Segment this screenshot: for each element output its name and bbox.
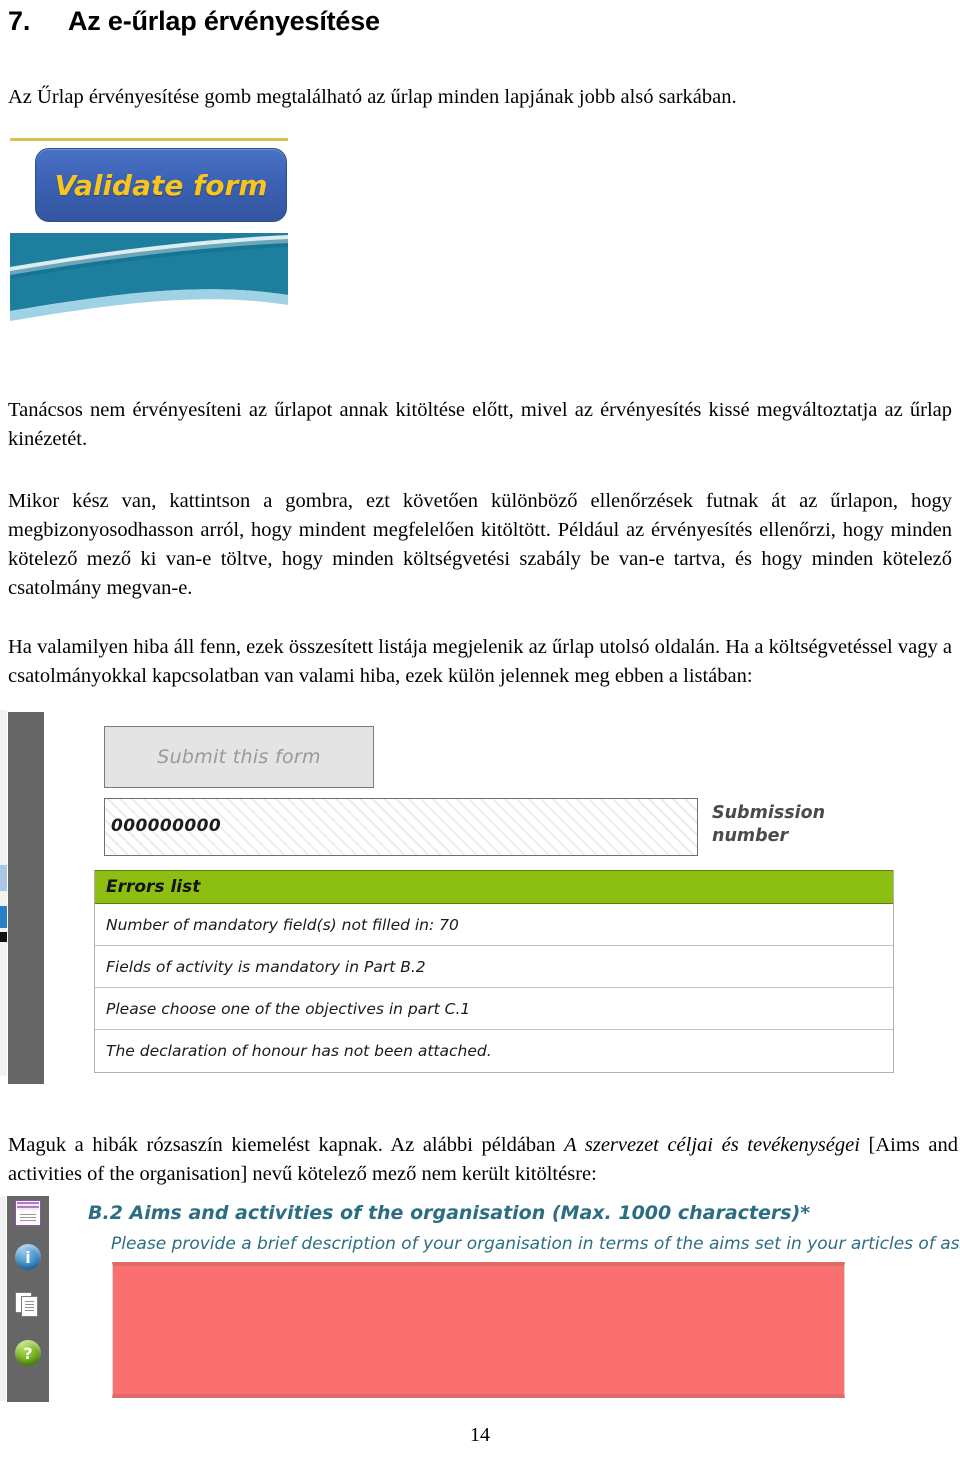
page-number: 14 bbox=[470, 1424, 490, 1446]
pages-icon[interactable] bbox=[15, 1292, 41, 1318]
edge-fragment-dark bbox=[0, 932, 7, 942]
highlight-paragraph: Maguk a hibák rózsaszín kiemelést kapnak… bbox=[8, 1131, 958, 1189]
highlight-field-name: A szervezet céljai és tevékenységei bbox=[564, 1133, 860, 1156]
highlight-text-before: Maguk a hibák rózsaszín kiemelést kapnak… bbox=[8, 1133, 565, 1156]
errors-intro-paragraph: Ha valamilyen hiba áll fenn, ezek összes… bbox=[8, 635, 952, 687]
validation-checks-paragraph: Mikor kész van, kattintson a gombra, ezt… bbox=[8, 489, 952, 599]
form-sidebar: i ? bbox=[7, 1196, 49, 1402]
pages-icon-front-sheet bbox=[21, 1296, 38, 1317]
table-row: Please choose one of the objectives in p… bbox=[95, 988, 893, 1030]
aims-field-screenshot: i ? B.2 Aims and activities of the organ… bbox=[0, 1196, 960, 1416]
errors-table: Errors list Number of mandatory field(s)… bbox=[94, 870, 894, 1073]
submit-this-form-label: Submit this form bbox=[157, 746, 321, 768]
submission-number-value: 000000000 bbox=[111, 816, 222, 836]
table-row: The declaration of honour has not been a… bbox=[95, 1030, 893, 1072]
validate-form-accent-line bbox=[10, 138, 288, 141]
purple-document-icon[interactable] bbox=[15, 1200, 41, 1226]
banner-wave-graphic bbox=[10, 233, 288, 328]
page-title: 7. Az e-űrlap érvényesítése bbox=[8, 4, 952, 38]
page-title-number: 7. bbox=[8, 6, 31, 36]
errors-table-header: Errors list bbox=[95, 870, 893, 904]
validate-form-button-label: Validate form bbox=[54, 168, 268, 202]
edge-fragment-blue-light bbox=[0, 865, 7, 891]
aims-section-heading: B.2 Aims and activities of the organisat… bbox=[88, 1202, 811, 1224]
error-message: The declaration of honour has not been a… bbox=[106, 1042, 492, 1060]
table-row: Number of mandatory field(s) not filled … bbox=[95, 904, 893, 946]
error-message: Fields of activity is mandatory in Part … bbox=[106, 957, 426, 976]
aims-textarea-field[interactable] bbox=[112, 1262, 845, 1398]
validate-form-button[interactable]: Validate form bbox=[35, 148, 287, 222]
submission-number-label: Submission number bbox=[712, 803, 826, 846]
info-icon[interactable]: i bbox=[15, 1244, 41, 1270]
intro-paragraph: Az Űrlap érvényesítése gomb megtalálható… bbox=[8, 85, 737, 108]
validate-form-figure: Validate form bbox=[8, 118, 290, 348]
advice-paragraph: Tanácsos nem érvényesíteni az űrlapot an… bbox=[8, 398, 952, 450]
screenshot-left-edge bbox=[0, 710, 7, 1076]
table-row: Fields of activity is mandatory in Part … bbox=[95, 946, 893, 988]
page-title-text: Az e-űrlap érvényesítése bbox=[68, 6, 380, 36]
edge-fragment-blue bbox=[0, 906, 7, 928]
aims-section-instruction: Please provide a brief description of yo… bbox=[111, 1234, 960, 1254]
errors-table-title: Errors list bbox=[106, 877, 201, 897]
validate-form-banner bbox=[10, 233, 288, 328]
error-message: Number of mandatory field(s) not filled … bbox=[106, 915, 459, 934]
aims-screenshot-left-edge bbox=[0, 1196, 6, 1401]
submission-number-input[interactable]: 000000000 bbox=[104, 798, 698, 856]
errors-list-screenshot: Submit this form 000000000 Submission nu… bbox=[0, 702, 900, 1090]
help-icon[interactable]: ? bbox=[15, 1340, 41, 1366]
submit-this-form-button[interactable]: Submit this form bbox=[104, 726, 374, 788]
error-message: Please choose one of the objectives in p… bbox=[106, 999, 471, 1018]
form-sidebar bbox=[8, 712, 44, 1084]
